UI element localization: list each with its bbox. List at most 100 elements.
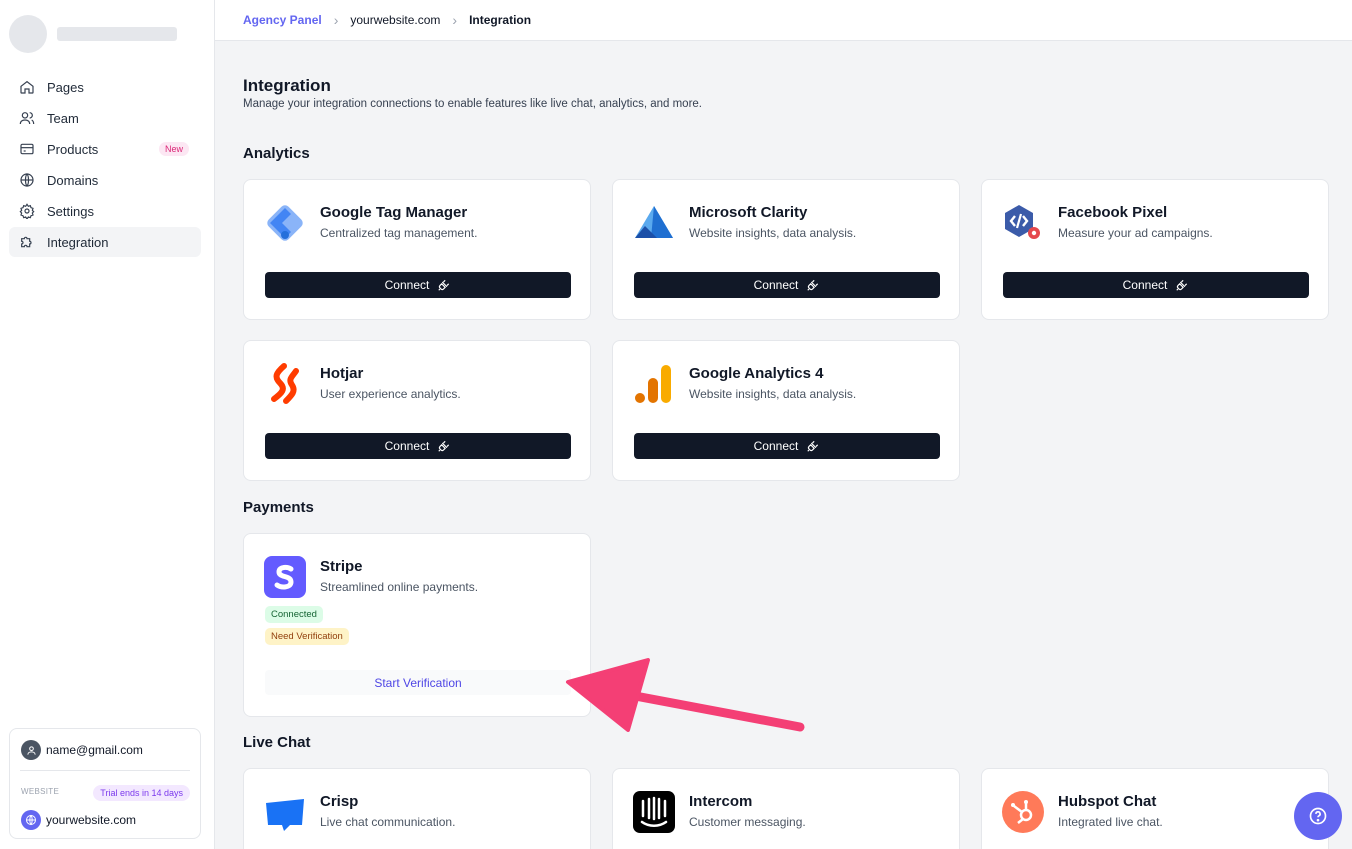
plug-icon [438,440,450,452]
sidebar-item-products[interactable]: Products New [9,134,201,164]
integration-name: Stripe [320,558,363,575]
integration-description: Streamlined online payments. [320,580,479,594]
connect-label: Connect [384,278,430,292]
integration-name: Microsoft Clarity [689,204,808,221]
stripe-logo-icon [264,556,306,598]
integration-description: User experience analytics. [320,387,461,401]
plug-icon [807,279,819,291]
sidebar-item-label: Pages [47,79,84,95]
plug-icon [1176,279,1188,291]
sidebar-item-settings[interactable]: Settings [9,196,201,226]
integration-card-facebook-pixel: Facebook Pixel Measure your ad campaigns… [981,179,1329,320]
section-title-live-chat: Live Chat [243,734,311,751]
integration-name: Google Tag Manager [320,204,468,221]
start-verification-button[interactable]: Start Verification [265,670,571,695]
integration-description: Centralized tag management. [320,226,478,240]
breadcrumb: Agency Panel › yourwebsite.com › Integra… [215,0,1352,41]
connect-button[interactable]: Connect [265,433,571,459]
sidebar-item-integration[interactable]: Integration [9,227,201,257]
google-analytics-logo-icon [633,363,675,405]
sidebar-item-label: Domains [47,172,99,188]
section-title-payments: Payments [243,499,314,516]
integration-card-google-tag-manager: Google Tag Manager Centralized tag manag… [243,179,591,320]
connect-button[interactable]: Connect [1003,272,1309,298]
google-tag-manager-logo-icon [264,202,306,244]
integration-name: Facebook Pixel [1058,204,1168,221]
hotjar-logo-icon [264,363,306,405]
integration-card-microsoft-clarity: Microsoft Clarity Website insights, data… [612,179,960,320]
connect-label: Connect [753,439,799,453]
integration-card-intercom: Intercom Customer messaging. [612,768,960,849]
account-email: name@gmail.com [46,743,143,757]
breadcrumb-website[interactable]: yourwebsite.com [350,13,440,27]
integration-description: Website insights, data analysis. [689,387,857,401]
user-icon [21,740,41,760]
globe-icon [21,810,41,830]
page-subtitle: Manage your integration connections to e… [243,98,702,110]
chevron-right-icon: › [333,12,339,28]
integration-card-hotjar: Hotjar User experience analytics. Connec… [243,340,591,481]
integration-card-hubspot-chat: Hubspot Chat Integrated live chat. [981,768,1329,849]
integration-description: Customer messaging. [689,815,806,829]
plug-icon [807,440,819,452]
sidebar-item-label: Team [47,110,79,126]
connect-button[interactable]: Connect [265,272,571,298]
integration-name: Hubspot Chat [1058,793,1157,810]
hubspot-logo-icon [1002,791,1044,833]
sidebar-item-team[interactable]: Team [9,103,201,133]
account-card: name@gmail.com WEBSITE Trial ends in 14 … [9,728,201,839]
users-icon [19,112,35,125]
sidebar: Pages Team Products New Domains Settings… [0,0,215,849]
microsoft-clarity-logo-icon [633,202,675,244]
globe-icon [20,173,34,187]
integration-description: Live chat communication. [320,815,456,829]
gear-icon [19,203,35,219]
home-icon [20,80,34,94]
sidebar-item-label: Settings [47,203,94,219]
connect-label: Connect [1122,278,1168,292]
divider [20,770,190,771]
question-icon [1309,807,1327,825]
breadcrumb-agency-panel[interactable]: Agency Panel [243,13,322,27]
intercom-logo-icon [633,791,675,833]
integration-description: Measure your ad campaigns. [1058,226,1213,240]
connect-button[interactable]: Connect [634,433,940,459]
connect-button[interactable]: Connect [634,272,940,298]
connect-label: Connect [384,439,430,453]
help-button[interactable] [1294,792,1342,840]
facebook-pixel-logo-icon [1002,202,1044,244]
new-badge: New [158,142,189,156]
crisp-logo-icon [264,791,306,833]
annotation-arrow [566,658,805,732]
puzzle-icon [21,236,32,248]
integration-name: Intercom [689,793,753,810]
name-placeholder [57,27,177,41]
status-badge-need-verification: Need Verification [265,628,349,645]
sidebar-item-pages[interactable]: Pages [9,72,201,102]
integration-card-stripe: Stripe Streamlined online payments. Conn… [243,533,591,717]
plug-icon [438,279,450,291]
profile-row[interactable] [9,15,177,53]
integration-name: Google Analytics 4 [689,365,824,382]
integration-description: Integrated live chat. [1058,815,1163,829]
integration-card-google-analytics-4: Google Analytics 4 Website insights, dat… [612,340,960,481]
chevron-right-icon: › [452,12,458,28]
sidebar-item-domains[interactable]: Domains [9,165,201,195]
sidebar-item-label: Products [47,141,99,157]
connect-label: Connect [753,278,799,292]
integration-name: Crisp [320,793,359,810]
website-label: WEBSITE [21,787,60,796]
integration-description: Website insights, data analysis. [689,226,857,240]
status-badge-connected: Connected [265,606,323,623]
integration-card-crisp: Crisp Live chat communication. [243,768,591,849]
account-email-row[interactable]: name@gmail.com [21,740,143,760]
account-website-row[interactable]: yourwebsite.com [21,810,136,830]
sidebar-item-label: Integration [47,234,109,250]
breadcrumb-current: Integration [469,13,532,27]
section-title-analytics: Analytics [243,145,310,162]
card-icon [20,143,34,155]
page-title: Integration [243,76,331,95]
avatar [9,15,47,53]
account-website: yourwebsite.com [46,813,137,827]
sidebar-nav: Pages Team Products New Domains Settings… [9,72,201,258]
